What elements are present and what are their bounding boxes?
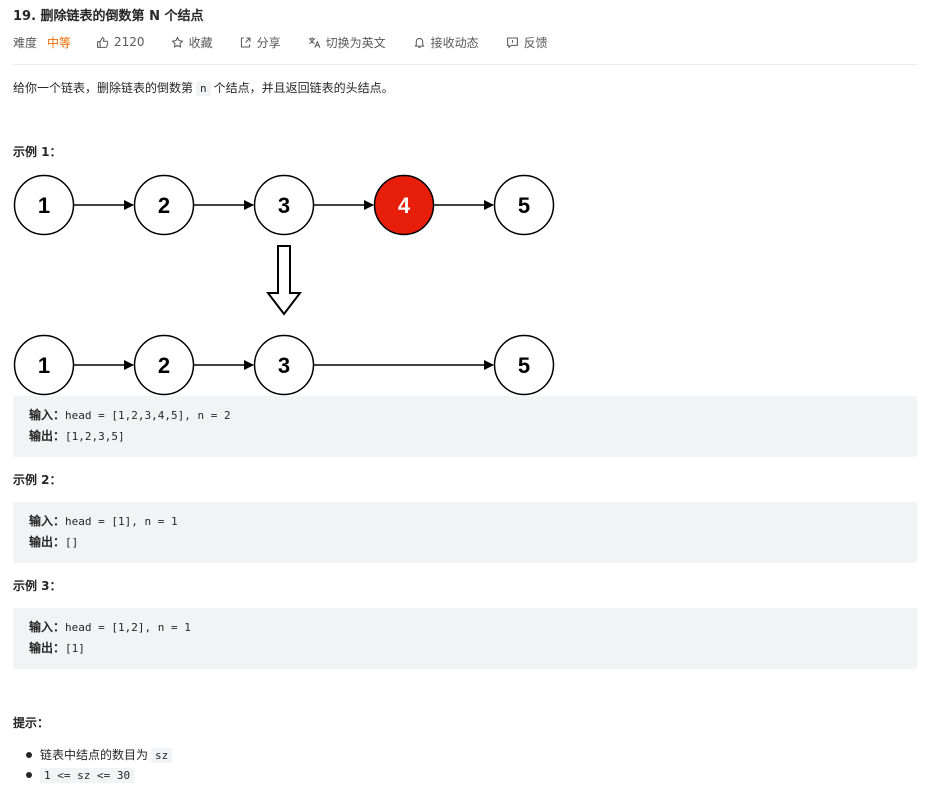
top-node-2: 2 <box>133 174 195 236</box>
bottom-node-3-label: 3 <box>278 353 290 378</box>
down-arrow <box>265 245 303 316</box>
example-1-output-label: 输出： <box>29 429 66 443</box>
switch-language-label: 切换为英文 <box>325 35 386 50</box>
hint-item-2-code: 1 <= sz <= 30 <box>40 768 135 783</box>
thumbs-up-icon <box>97 36 109 48</box>
example-2-input-label: 输入： <box>29 514 66 528</box>
example-1-title: 示例 1： <box>13 145 62 159</box>
linked-list-diagram: 1 2 3 4 5 1 2 3 5 <box>13 174 555 396</box>
description-text-suffix: 个结点，并且返回链表的头结点。 <box>213 81 394 95</box>
bottom-node-1-label: 1 <box>38 353 50 378</box>
feedback-button[interactable]: 反馈 <box>506 34 548 51</box>
share-button[interactable]: 分享 <box>239 34 281 51</box>
example-3-output-line: 输出：[1] <box>29 640 85 656</box>
example-2-output-line: 输出：[] <box>29 534 78 550</box>
notify-button[interactable]: 接收动态 <box>413 34 479 51</box>
bottom-node-3: 3 <box>253 334 315 396</box>
difficulty-label: 难度 <box>13 35 38 50</box>
hints-title: 提示： <box>13 716 50 730</box>
hint-item-2: 1 <= sz <= 30 <box>13 765 175 785</box>
switch-language-button[interactable]: 切换为英文 <box>308 34 386 51</box>
description-text-prefix: 给你一个链表，删除链表的倒数第 <box>13 81 194 95</box>
example-2-input-value: head = [1], n = 1 <box>65 515 178 528</box>
example-3-input-label: 输入： <box>29 620 66 634</box>
example-1-output-line: 输出：[1,2,3,5] <box>29 428 125 444</box>
example-3-title: 示例 3： <box>13 579 62 593</box>
bell-icon <box>414 37 424 48</box>
example-1-codebox: 输入：head = [1,2,3,4,5], n = 2 输出：[1,2,3,5… <box>13 396 917 457</box>
problem-title: 19. 删除链表的倒数第 N 个结点 <box>13 9 204 24</box>
top-node-5-label: 5 <box>518 193 530 218</box>
hint-item-1: 链表中结点的数目为 sz <box>13 745 175 765</box>
star-icon <box>171 36 183 48</box>
difficulty-value: 中等 <box>47 35 72 50</box>
notify-label: 接收动态 <box>430 35 479 50</box>
example-3-codebox: 输入：head = [1,2], n = 1 输出：[1] <box>13 608 917 669</box>
hint-item-1-text: 链表中结点的数目为 <box>40 748 149 762</box>
example-2-output-value: [] <box>65 536 79 549</box>
top-node-4-label: 4 <box>398 193 411 218</box>
example-1-input-label: 输入： <box>29 408 66 422</box>
example-1-input-line: 输入：head = [1,2,3,4,5], n = 2 <box>29 407 231 423</box>
favorite-button[interactable]: 收藏 <box>171 34 213 51</box>
feedback-icon <box>506 37 518 48</box>
hint-item-1-code: sz <box>151 748 173 763</box>
bottom-node-5-label: 5 <box>518 353 530 378</box>
example-2-codebox: 输入：head = [1], n = 1 输出：[] <box>13 502 917 563</box>
top-node-3: 3 <box>253 174 315 236</box>
hints-list: 链表中结点的数目为 sz 1 <= sz <= 30 <box>13 745 175 785</box>
bottom-node-5: 5 <box>493 334 555 396</box>
feedback-label: 反馈 <box>523 35 548 50</box>
description-code-n: n <box>196 81 211 96</box>
example-2-title: 示例 2： <box>13 473 62 487</box>
top-node-1-label: 1 <box>38 193 50 218</box>
problem-meta-bar: 难度 中等 2120 收藏 分享 切换为英文 接收动态 反馈 <box>13 33 548 51</box>
bottom-node-2: 2 <box>133 334 195 396</box>
bottom-node-1: 1 <box>13 334 75 396</box>
example-1-output-value: [1,2,3,5] <box>65 430 125 443</box>
example-3-output-label: 输出： <box>29 641 66 655</box>
translate-icon <box>308 36 320 48</box>
bottom-node-2-label: 2 <box>158 353 170 378</box>
example-3-output-value: [1] <box>65 642 85 655</box>
share-icon <box>240 37 251 47</box>
problem-description: 给你一个链表，删除链表的倒数第 n 个结点，并且返回链表的头结点。 <box>13 79 394 96</box>
like-button[interactable]: 2120 <box>96 35 145 49</box>
like-count: 2120 <box>114 35 145 49</box>
header-divider <box>13 64 917 65</box>
favorite-label: 收藏 <box>188 35 213 50</box>
example-1-input-value: head = [1,2,3,4,5], n = 2 <box>65 409 231 422</box>
example-2-output-label: 输出： <box>29 535 66 549</box>
example-2-input-line: 输入：head = [1], n = 1 <box>29 513 178 529</box>
top-node-4-removed: 4 <box>373 174 435 236</box>
top-node-1: 1 <box>13 174 75 236</box>
top-node-3-label: 3 <box>278 193 290 218</box>
top-node-5: 5 <box>493 174 555 236</box>
example-3-input-line: 输入：head = [1,2], n = 1 <box>29 619 191 635</box>
top-node-2-label: 2 <box>158 193 170 218</box>
example-3-input-value: head = [1,2], n = 1 <box>65 621 191 634</box>
share-label: 分享 <box>256 35 281 50</box>
